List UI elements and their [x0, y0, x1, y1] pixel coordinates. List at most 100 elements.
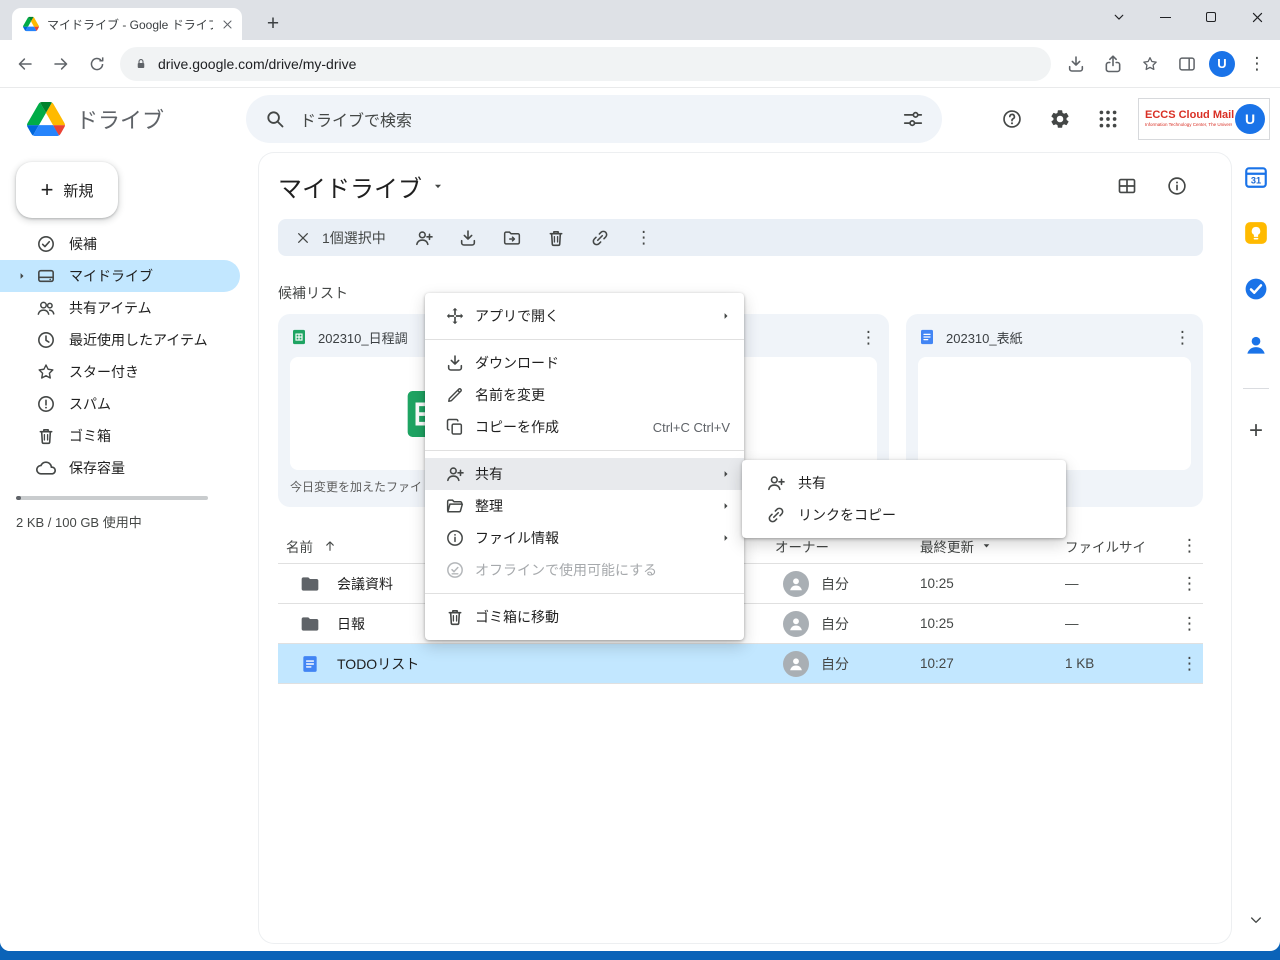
expand-caret-icon[interactable] [16, 270, 28, 282]
sidebar-item-my-drive[interactable]: マイドライブ [0, 260, 240, 292]
column-label: 名前 [286, 536, 313, 556]
sidebar-item-trash[interactable]: ゴミ箱 [0, 420, 240, 452]
details-info-icon[interactable] [1166, 175, 1188, 197]
address-bar[interactable]: drive.google.com/drive/my-drive [120, 47, 1051, 81]
sidebar-item-shared[interactable]: 共有アイテム [0, 292, 240, 324]
table-settings-kebab[interactable]: ⋮ [1176, 537, 1203, 554]
sidebar-item-suggested[interactable]: 候補 [0, 228, 240, 260]
sidebar-item-recent[interactable]: 最近使用したアイテム [0, 324, 240, 356]
tasks-icon[interactable] [1243, 276, 1269, 302]
tab-close-icon[interactable] [221, 18, 234, 31]
column-header-owner[interactable]: オーナー [775, 536, 920, 556]
lock-icon[interactable] [134, 57, 148, 71]
card-thumbnail[interactable] [918, 357, 1191, 470]
card-more-kebab[interactable]: ⋮ [860, 329, 877, 346]
toolbar-download-icon[interactable] [446, 221, 490, 255]
sort-ascending-icon[interactable] [323, 539, 337, 553]
new-tab-button[interactable]: + [258, 9, 288, 39]
toolbar-move-icon[interactable] [490, 221, 534, 255]
window-controls [1096, 0, 1280, 34]
menu-item-open-with[interactable]: アプリで開く [425, 300, 744, 332]
menu-item-download[interactable]: ダウンロード [425, 347, 744, 379]
window-maximize-button[interactable] [1188, 0, 1234, 34]
toolbar-share-icon[interactable] [402, 221, 446, 255]
menu-item-file-info[interactable]: ファイル情報 [425, 522, 744, 554]
settings-gear-icon[interactable] [1042, 101, 1078, 137]
card-more-kebab[interactable]: ⋮ [1174, 329, 1191, 346]
sidebar-item-spam[interactable]: スパム [0, 388, 240, 420]
hide-side-panel-chevron[interactable] [1232, 912, 1280, 928]
caret-down-icon[interactable] [980, 539, 993, 552]
menu-item-rename[interactable]: 名前を変更 [425, 379, 744, 411]
contacts-icon[interactable] [1243, 332, 1269, 358]
menu-item-move-to-trash[interactable]: ゴミ箱に移動 [425, 601, 744, 633]
owner-name: 自分 [821, 574, 849, 594]
account-avatar[interactable]: U [1235, 104, 1265, 134]
menu-item-make-copy[interactable]: コピーを作成 Ctrl+C Ctrl+V [425, 411, 744, 443]
window-minimize-button[interactable] [1142, 0, 1188, 34]
menu-divider [425, 450, 744, 451]
submenu-arrow-icon [720, 500, 732, 512]
size-cell: — [1065, 616, 1176, 631]
size-cell: 1 KB [1065, 656, 1176, 671]
sidebar-item-storage[interactable]: 保存容量 [0, 452, 240, 484]
submenu-item-copy-link[interactable]: リンクをコピー [742, 499, 1066, 531]
tab-search-chevron[interactable] [1096, 0, 1142, 34]
new-button[interactable]: + 新規 [16, 162, 118, 218]
toolbar-trash-icon[interactable] [534, 221, 578, 255]
drive-search-bar[interactable]: ドライブで検索 [246, 95, 942, 143]
drive-logo-wrap[interactable]: ドライブ [27, 100, 246, 138]
add-addon-icon[interactable]: + [1249, 419, 1263, 443]
browser-titlebar: マイドライブ - Google ドライブ + [0, 0, 1280, 40]
account-badge-title: ECCS Cloud Mail [1145, 109, 1232, 122]
sidebar-item-label: 保存容量 [69, 458, 125, 478]
menu-item-share[interactable]: 共有 [425, 458, 744, 490]
side-panel-rail: + [1232, 148, 1280, 942]
side-panel-icon[interactable] [1172, 49, 1202, 79]
submenu-item-share[interactable]: 共有 [742, 467, 1066, 499]
toolbar-more-kebab[interactable]: ⋮ [622, 221, 666, 255]
page-title[interactable]: マイドライブ [278, 169, 445, 204]
doc-file-icon [918, 328, 936, 346]
menu-shortcut: Ctrl+C Ctrl+V [653, 420, 730, 435]
forward-button[interactable] [46, 49, 76, 79]
search-options-icon[interactable] [902, 108, 924, 130]
column-header-size[interactable]: ファイルサイ [1065, 536, 1176, 556]
clear-selection-icon[interactable] [286, 221, 320, 255]
keep-icon[interactable] [1243, 220, 1269, 246]
browser-tab[interactable]: マイドライブ - Google ドライブ [12, 8, 242, 40]
sidebar-nav: 候補 マイドライブ 共有アイテム 最近使用したアイテム スター付き [0, 228, 258, 484]
column-header-modified[interactable]: 最終更新 [920, 536, 1065, 556]
google-apps-icon[interactable] [1090, 101, 1126, 137]
selection-count: 1個選択中 [322, 228, 386, 248]
browser-menu-kebab[interactable]: ⋮ [1242, 49, 1272, 79]
row-more-kebab[interactable]: ⋮ [1176, 615, 1203, 632]
menu-item-organize[interactable]: 整理 [425, 490, 744, 522]
calendar-icon[interactable] [1243, 164, 1269, 190]
account-badge[interactable]: ECCS Cloud Mail Information Technology C… [1138, 98, 1270, 140]
search-icon[interactable] [264, 108, 286, 130]
window-close-button[interactable] [1234, 0, 1280, 34]
bookmark-star-icon[interactable] [1135, 49, 1165, 79]
pencil-icon [445, 385, 465, 405]
modified-cell: 10:25 [920, 616, 1065, 631]
row-more-kebab[interactable]: ⋮ [1176, 655, 1203, 672]
download-icon [445, 353, 465, 373]
owner-avatar [783, 571, 809, 597]
sidebar-item-starred[interactable]: スター付き [0, 356, 240, 388]
share-page-icon[interactable] [1098, 49, 1128, 79]
page-title-text: マイドライブ [278, 169, 422, 204]
table-row-selected[interactable]: TODOリスト 自分 10:27 1 KB ⋮ [278, 644, 1203, 684]
people-icon [36, 298, 56, 318]
reload-button[interactable] [82, 49, 112, 79]
help-icon[interactable] [994, 101, 1030, 137]
title-caret-down-icon[interactable] [431, 179, 445, 193]
file-name: 会議資料 [337, 574, 393, 594]
toolbar-link-icon[interactable] [578, 221, 622, 255]
downloads-icon[interactable] [1061, 49, 1091, 79]
back-button[interactable] [10, 49, 40, 79]
folder-open-icon [445, 496, 465, 516]
browser-profile-avatar[interactable]: U [1209, 51, 1235, 77]
row-more-kebab[interactable]: ⋮ [1176, 575, 1203, 592]
grid-view-icon[interactable] [1116, 175, 1138, 197]
